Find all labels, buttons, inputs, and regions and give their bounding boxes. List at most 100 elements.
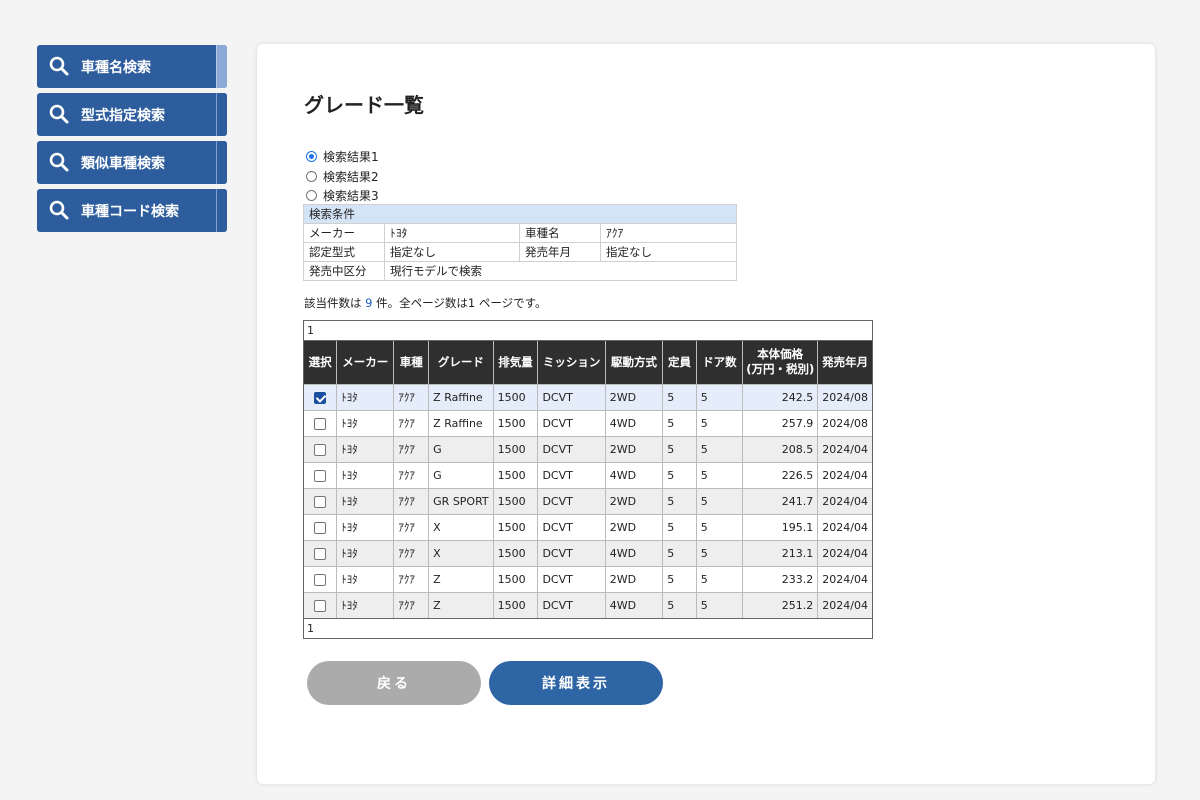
maker-cell: ﾄﾖﾀ bbox=[336, 435, 395, 462]
search-conditions-table: 検索条件 メーカー ﾄﾖﾀ 車種名 ｱｸｱ 認定型式 指定なし 発売年月 指定な… bbox=[303, 204, 737, 281]
grade-cell: Z Raffine bbox=[428, 383, 494, 410]
model-value: ｱｸｱ bbox=[600, 223, 737, 243]
row-checkbox[interactable] bbox=[314, 599, 327, 612]
seats-cell: 5 bbox=[662, 591, 697, 618]
radio-button[interactable] bbox=[306, 151, 317, 163]
maker-label: メーカー bbox=[303, 223, 385, 243]
maker-cell: ﾄﾖﾀ bbox=[336, 461, 395, 488]
col-displacement: 排気量 bbox=[493, 341, 539, 384]
pager-top: 1 bbox=[304, 321, 872, 341]
drive-cell: 2WD bbox=[605, 513, 664, 540]
grade-results: 1 選択 メーカー 車種 グレード 排気量 ミッション 駆動方式 定員 ドア数 … bbox=[303, 320, 873, 639]
seats-cell: 5 bbox=[662, 487, 697, 514]
release-cell: 2024/04 bbox=[817, 487, 872, 514]
release-cell: 2024/04 bbox=[817, 435, 872, 462]
col-grade: グレード bbox=[428, 341, 494, 384]
sidebar-item-label: 車種コード検索 bbox=[81, 203, 179, 220]
radio-button[interactable] bbox=[306, 190, 317, 202]
displacement-cell: 1500 bbox=[493, 591, 539, 618]
row-checkbox[interactable] bbox=[314, 521, 327, 534]
table-row[interactable]: ﾄﾖﾀ ｱｸｱ Z 1500 DCVT 4WD 5 5 251.2 2024/04 bbox=[304, 591, 872, 618]
sidebar-item-model-name-search[interactable]: 車種名検索 bbox=[37, 45, 227, 88]
table-row[interactable]: ﾄﾖﾀ ｱｸｱ G 1500 DCVT 2WD 5 5 208.5 2024/04 bbox=[304, 435, 872, 462]
detail-button[interactable]: 詳細表示 bbox=[489, 661, 663, 705]
row-checkbox[interactable] bbox=[314, 547, 327, 560]
drive-cell: 4WD bbox=[605, 591, 664, 618]
select-cell bbox=[304, 487, 338, 514]
page-link[interactable]: 1 bbox=[307, 622, 314, 635]
release-cell: 2024/04 bbox=[817, 565, 872, 592]
back-button[interactable]: 戻る bbox=[307, 661, 481, 705]
radio-button[interactable] bbox=[306, 170, 317, 182]
select-cell bbox=[304, 513, 338, 540]
price-cell: 213.1 bbox=[742, 539, 819, 566]
table-row[interactable]: ﾄﾖﾀ ｱｸｱ X 1500 DCVT 2WD 5 5 195.1 2024/04 bbox=[304, 513, 872, 540]
displacement-cell: 1500 bbox=[493, 539, 539, 566]
page-link[interactable]: 1 bbox=[307, 324, 314, 337]
table-row[interactable]: ﾄﾖﾀ ｱｸｱ Z Raffine 1500 DCVT 4WD 5 5 257.9 2024/08 bbox=[304, 409, 872, 436]
maker-cell: ﾄﾖﾀ bbox=[336, 591, 395, 618]
summary-suffix: ページです。 bbox=[475, 296, 547, 310]
summary-middle: 件。全ページ数は bbox=[372, 296, 468, 310]
release-cell: 2024/08 bbox=[817, 409, 872, 436]
search-icon bbox=[49, 56, 69, 76]
result-set-option-3[interactable]: 検索結果3 bbox=[306, 186, 379, 206]
sidebar-item-code-search[interactable]: 車種コード検索 bbox=[37, 189, 227, 232]
col-release: 発売年月 bbox=[817, 341, 872, 384]
select-cell bbox=[304, 539, 338, 566]
result-set-option-1[interactable]: 検索結果1 bbox=[306, 147, 379, 167]
table-row[interactable]: ﾄﾖﾀ ｱｸｱ Z 1500 DCVT 2WD 5 5 233.2 2024/04 bbox=[304, 565, 872, 592]
price-cell: 195.1 bbox=[742, 513, 819, 540]
model-cell: ｱｸｱ bbox=[393, 565, 430, 592]
maker-value: ﾄﾖﾀ bbox=[384, 223, 520, 243]
search-icon bbox=[49, 104, 69, 124]
grade-cell: G bbox=[428, 435, 494, 462]
table-row[interactable]: ﾄﾖﾀ ｱｸｱ G 1500 DCVT 4WD 5 5 226.5 2024/04 bbox=[304, 461, 872, 488]
doors-cell: 5 bbox=[696, 591, 744, 618]
drive-cell: 2WD bbox=[605, 565, 664, 592]
release-cell: 2024/08 bbox=[817, 383, 872, 410]
seats-cell: 5 bbox=[662, 383, 697, 410]
release-value: 指定なし bbox=[600, 242, 737, 262]
row-checkbox[interactable] bbox=[314, 391, 327, 404]
grade-cell: GR SPORT bbox=[428, 487, 494, 514]
doors-cell: 5 bbox=[696, 565, 744, 592]
price-cell: 257.9 bbox=[742, 409, 819, 436]
seats-cell: 5 bbox=[662, 435, 697, 462]
row-checkbox[interactable] bbox=[314, 573, 327, 586]
select-cell bbox=[304, 565, 338, 592]
col-price: 本体価格 (万円・税別) bbox=[742, 341, 819, 384]
col-model: 車種 bbox=[393, 341, 430, 384]
sidebar-item-similar-search[interactable]: 類似車種検索 bbox=[37, 141, 227, 184]
price-header: 本体価格 bbox=[757, 347, 804, 362]
row-checkbox[interactable] bbox=[314, 469, 327, 482]
select-cell bbox=[304, 383, 338, 410]
grade-cell: G bbox=[428, 461, 494, 488]
col-maker: メーカー bbox=[336, 341, 395, 384]
doors-cell: 5 bbox=[696, 461, 744, 488]
col-drive: 駆動方式 bbox=[605, 341, 664, 384]
row-checkbox[interactable] bbox=[314, 495, 327, 508]
grade-cell: X bbox=[428, 513, 494, 540]
page-title: グレード一覧 bbox=[304, 93, 424, 117]
table-row[interactable]: ﾄﾖﾀ ｱｸｱ GR SPORT 1500 DCVT 2WD 5 5 241.7 2024/04 bbox=[304, 487, 872, 514]
col-seats: 定員 bbox=[662, 341, 697, 384]
summary-prefix: 該当件数は bbox=[304, 296, 366, 310]
model-cell: ｱｸｱ bbox=[393, 539, 430, 566]
seats-cell: 5 bbox=[662, 513, 697, 540]
result-summary: 該当件数は 9 件。全ページ数は1 ページです。 bbox=[304, 295, 547, 311]
row-checkbox[interactable] bbox=[314, 417, 327, 430]
mission-cell: DCVT bbox=[537, 513, 606, 540]
row-checkbox[interactable] bbox=[314, 443, 327, 456]
type-value: 指定なし bbox=[384, 242, 520, 262]
sidebar-item-type-search[interactable]: 型式指定検索 bbox=[37, 93, 227, 136]
table-row[interactable]: ﾄﾖﾀ ｱｸｱ Z Raffine 1500 DCVT 2WD 5 5 242.5 2024/08 bbox=[304, 383, 872, 410]
model-cell: ｱｸｱ bbox=[393, 591, 430, 618]
select-cell bbox=[304, 435, 338, 462]
mission-cell: DCVT bbox=[537, 435, 606, 462]
maker-cell: ﾄﾖﾀ bbox=[336, 539, 395, 566]
sidebar: 車種名検索 型式指定検索 類似車種検索 車種コード検索 bbox=[37, 45, 227, 237]
displacement-cell: 1500 bbox=[493, 383, 539, 410]
table-row[interactable]: ﾄﾖﾀ ｱｸｱ X 1500 DCVT 4WD 5 5 213.1 2024/04 bbox=[304, 539, 872, 566]
result-set-option-2[interactable]: 検索結果2 bbox=[306, 167, 379, 187]
